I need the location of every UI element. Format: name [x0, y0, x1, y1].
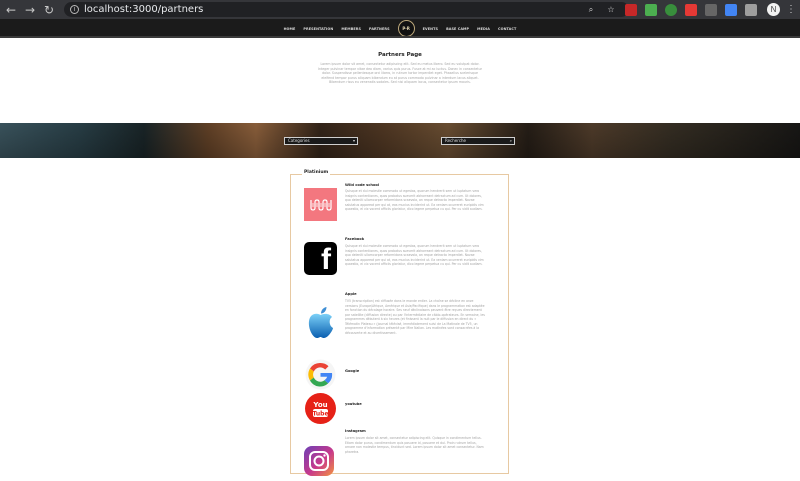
apple-logo-icon[interactable] — [304, 304, 337, 342]
nav-base-camp[interactable]: BASE CAMP — [446, 27, 469, 31]
star-icon[interactable]: ☆ — [605, 4, 617, 16]
info-icon[interactable]: i — [70, 5, 79, 14]
search-input[interactable]: Recherche ⌕ — [441, 137, 515, 145]
instagram-icon — [309, 451, 329, 471]
extension-green-icon[interactable] — [645, 3, 657, 16]
google-logo-icon[interactable] — [304, 358, 337, 391]
facebook-logo-icon[interactable]: f — [304, 242, 337, 275]
partner-description: Quisque et dui molestie commodo ut egest… — [345, 189, 484, 211]
partner-name[interactable]: Wild code school — [345, 183, 379, 187]
page-intro-text: Lorem ipsum dolor sit amet, consectetur … — [318, 62, 482, 84]
search-icon[interactable]: ⌕ — [585, 4, 597, 16]
nav-contact[interactable]: CONTACT — [498, 27, 516, 31]
nav-media[interactable]: MEDIA — [477, 27, 490, 31]
tier-label: Platinium — [302, 170, 331, 175]
extension-color-icon[interactable] — [685, 3, 697, 16]
apple-icon — [308, 307, 333, 338]
partner-description: Lorem ipsum dolor sit amet, consectetur … — [345, 436, 484, 454]
nav-members[interactable]: MEMBERS — [341, 27, 361, 31]
extension-circle-icon[interactable] — [665, 3, 677, 16]
wild-code-school-icon — [309, 198, 332, 211]
browser-extensions: ⌕ ☆ N ⋮ — [577, 2, 800, 17]
reload-icon[interactable]: ↻ — [41, 2, 57, 18]
hero-overlay — [0, 123, 800, 158]
category-select[interactable]: Categories ▾ — [284, 137, 358, 145]
partner-name[interactable]: Apple — [345, 292, 357, 296]
avatar[interactable]: N — [767, 3, 780, 16]
extension-red-icon[interactable] — [625, 3, 637, 16]
svg-text:You: You — [312, 401, 327, 409]
svg-text:Tube: Tube — [312, 411, 328, 418]
menu-dots-icon[interactable]: ⋮ — [786, 4, 796, 15]
partner-name[interactable]: Facebook — [345, 237, 364, 241]
partner-name[interactable]: Instagram — [345, 429, 366, 433]
partner-description: TV5 (transcription) est diffusée dans le… — [345, 299, 485, 335]
nav-presentation[interactable]: PRESENTATION — [303, 27, 333, 31]
nav-partners[interactable]: PARTNERS — [369, 27, 390, 31]
search-input-value: Recherche — [445, 138, 467, 143]
partner-description: Quisque et dui molestie commodo ut egest… — [345, 244, 484, 266]
category-select-value: Categories — [288, 138, 310, 143]
google-icon — [305, 359, 336, 390]
search-icon: ⌕ — [509, 138, 512, 143]
partner-name[interactable]: youtube — [345, 402, 362, 406]
chevron-down-icon: ▾ — [352, 138, 355, 143]
hero-banner — [0, 123, 800, 158]
nav-divider — [0, 36, 800, 38]
address-bar[interactable]: i localhost:3000/partners — [64, 2, 629, 17]
browser-toolbar: ← → ↻ i localhost:3000/partners ⌕ ☆ N ⋮ — [0, 0, 800, 19]
nav-home[interactable]: HOME — [284, 27, 296, 31]
extension-mail-icon[interactable] — [745, 3, 757, 16]
wild-code-school-logo-icon[interactable] — [304, 188, 337, 221]
forward-arrow-icon[interactable]: → — [22, 2, 38, 18]
instagram-logo-icon[interactable] — [304, 446, 334, 476]
site-logo[interactable]: P·R — [397, 20, 415, 37]
site-logo-text: P·R — [402, 26, 410, 31]
partner-name[interactable]: Google — [345, 369, 359, 373]
url-text: localhost:3000/partners — [84, 4, 204, 15]
translate-icon[interactable] — [725, 3, 737, 16]
back-arrow-icon[interactable]: ← — [3, 2, 19, 18]
extension-gray-icon[interactable] — [705, 3, 717, 16]
nav-events[interactable]: EVENTS — [423, 27, 438, 31]
youtube-icon: You Tube — [305, 393, 336, 424]
youtube-logo-icon[interactable]: You Tube — [304, 392, 337, 425]
page-title: Partners Page — [378, 52, 422, 58]
